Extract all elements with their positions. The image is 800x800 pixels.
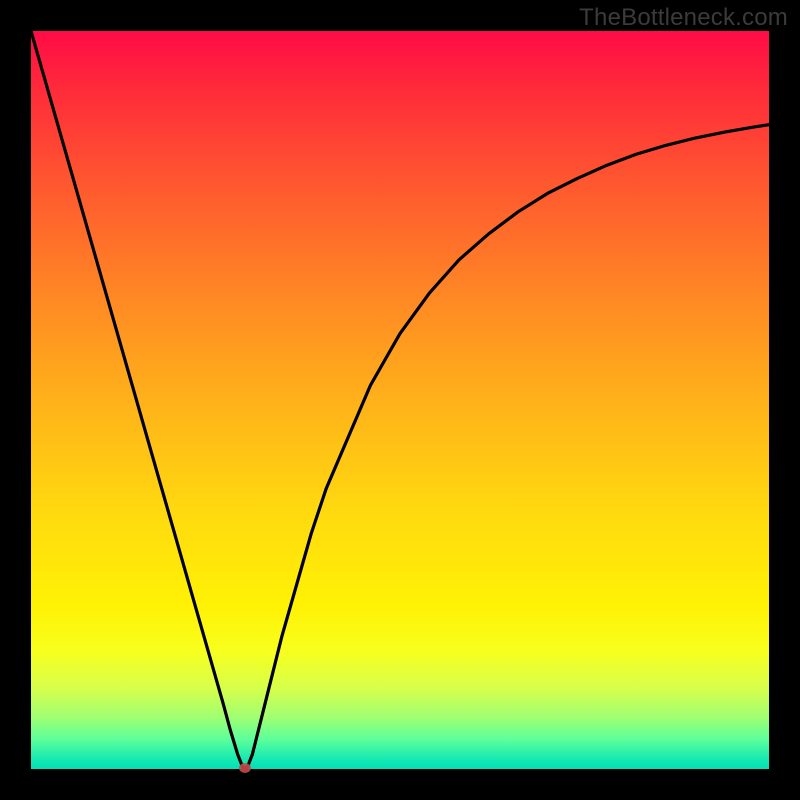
chart-frame: TheBottleneck.com bbox=[0, 0, 800, 800]
plot-area bbox=[31, 31, 769, 769]
vertex-marker bbox=[239, 763, 251, 773]
watermark-text: TheBottleneck.com bbox=[579, 4, 788, 32]
bottleneck-curve bbox=[31, 31, 769, 769]
